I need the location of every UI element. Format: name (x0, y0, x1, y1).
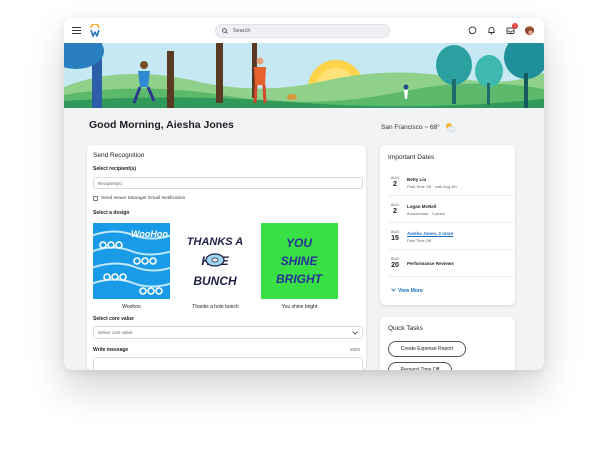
chevron-down-icon (352, 331, 358, 335)
create-expense-report-button[interactable]: Create Expense Report (388, 341, 466, 357)
date-name: Performance Reviews (407, 261, 454, 266)
chat-icon[interactable] (468, 26, 477, 35)
recipients-input[interactable]: Recipient(s) (93, 177, 363, 189)
design-label: Select a design (93, 210, 130, 216)
date-day: 2 (393, 181, 397, 188)
shine-line-3: BRIGHT (276, 272, 324, 286)
hero-illustration (64, 43, 544, 108)
design-shine-label: You shine bright (281, 304, 318, 310)
thanks-line-1: THANKS A (187, 236, 243, 248)
recognition-title: Send Recognition (93, 152, 145, 159)
bell-icon[interactable] (487, 26, 496, 35)
shine-line-1: YOU (286, 236, 312, 250)
weather-text: San Francisco ~ 68° (381, 123, 440, 131)
recipients-placeholder: Recipient(s) (98, 181, 123, 186)
date-name-link[interactable]: Aiesha Jones, 2 more (407, 231, 453, 236)
quick-tasks-title: Quick Tasks (388, 325, 423, 332)
partly-sunny-icon (445, 123, 457, 132)
greeting-title: Good Morning, Aiesha Jones (89, 119, 234, 131)
chevron-down-icon (391, 288, 396, 292)
top-bar: Search 1 (64, 18, 544, 43)
search-bar[interactable]: Search (215, 24, 390, 38)
thanks-art: THANKS A H LE BUNCH (187, 236, 243, 288)
design-you-shine-bright[interactable]: YOU SHINE BRIGHT (261, 223, 338, 299)
shine-line-2: SHINE (281, 254, 319, 268)
core-value-label: Select core value (93, 316, 134, 322)
view-more-link[interactable]: View More (391, 288, 423, 294)
message-label: Write message (93, 347, 129, 353)
email-notification-label: Send Issuer Manager Email Notification (101, 196, 186, 201)
woohoo-art: WooHoo (93, 229, 170, 295)
search-icon (222, 28, 228, 34)
date-name: Logan McNeil (407, 204, 437, 209)
important-dates-card (380, 145, 515, 305)
date-day: 2 (393, 208, 397, 215)
date-day: 20 (391, 262, 399, 269)
request-time-off-button[interactable]: Request Time Off (388, 362, 452, 370)
date-month: AUG (390, 257, 400, 261)
date-day: 15 (391, 235, 399, 242)
date-month: AUG (390, 203, 400, 207)
hero-banner (64, 43, 544, 108)
core-value-placeholder: Select core value (98, 330, 133, 335)
recipients-label: Select recipient(s) (93, 166, 137, 172)
weather-widget: San Francisco ~ 68° (381, 121, 457, 133)
menu-icon[interactable] (72, 27, 81, 35)
woohoo-art-text: WooHoo (131, 229, 168, 239)
message-textarea[interactable] (93, 357, 363, 370)
date-month: AUG (390, 230, 400, 234)
notification-badge: 1 (512, 23, 518, 29)
workday-logo-icon[interactable] (89, 24, 101, 37)
list-item[interactable]: AUG 2 Logan McNeil Anniversary · 4 years (388, 199, 514, 223)
date-month: AUG (390, 176, 400, 180)
view-more-label: View More (398, 288, 423, 294)
design-thanks-label: Thanks a hole bunch (192, 304, 239, 310)
design-thanks-hole-bunch[interactable]: THANKS A H LE BUNCH (177, 223, 254, 299)
date-sub: Anniversary · 4 years (407, 211, 445, 216)
list-item[interactable]: AUG 15 Aiesha Jones, 2 more Paid Time Of… (388, 226, 514, 250)
list-item[interactable]: AUG 2 Betty Liu Paid Time Off · until Au… (388, 172, 514, 196)
list-item[interactable]: AUG 20 Performance Reviews (388, 253, 514, 277)
message-char-limit: 2500 (350, 347, 361, 352)
email-notification-checkbox[interactable] (93, 196, 98, 201)
search-input[interactable]: Search (233, 28, 250, 34)
date-sub: Paid Time Off (407, 238, 432, 243)
shine-art: YOU SHINE BRIGHT (276, 236, 324, 286)
design-woohoo[interactable]: WooHoo (93, 223, 170, 299)
core-value-select[interactable]: Select core value (93, 326, 363, 339)
important-dates-title: Important Dates (388, 154, 435, 161)
date-name: Betty Liu (407, 177, 427, 182)
app-window: Search 1 Good Morning, Aiesha Jones San … (64, 18, 544, 370)
thanks-line-3: BUNCH (193, 274, 237, 288)
design-woohoo-label: Woohoo (122, 304, 141, 310)
avatar[interactable] (524, 25, 535, 36)
date-sub: Paid Time Off · until Aug 4th (407, 184, 457, 189)
